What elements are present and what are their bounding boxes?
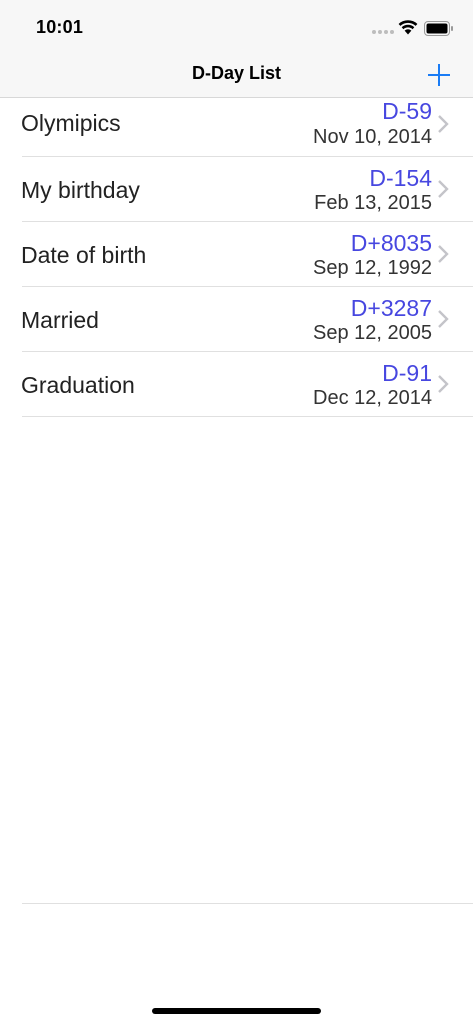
chevron-right-icon	[438, 180, 449, 198]
item-title: Graduation	[21, 372, 135, 398]
chevron-right-icon	[438, 375, 449, 393]
list-item[interactable]: Graduation D-91 Dec 12, 2014	[0, 352, 473, 417]
item-date: Dec 12, 2014	[313, 387, 432, 409]
item-date: Feb 13, 2015	[314, 192, 432, 214]
dday-list: Olymipics D-59 Nov 10, 2014 My birthday …	[0, 98, 473, 417]
add-button[interactable]	[426, 62, 452, 88]
item-dday: D+8035	[350, 230, 432, 256]
home-indicator[interactable]	[152, 1008, 321, 1014]
list-item[interactable]: My birthday D-154 Feb 13, 2015	[0, 157, 473, 222]
divider	[22, 903, 473, 904]
item-title: Date of birth	[21, 242, 147, 268]
chevron-right-icon	[438, 115, 449, 133]
navigation-bar: 10:01 D-Day List	[0, 0, 473, 98]
item-date: Sep 12, 2005	[313, 322, 432, 344]
battery-icon	[424, 21, 453, 36]
item-date: Nov 10, 2014	[313, 126, 432, 148]
status-time: 10:01	[36, 17, 84, 37]
chevron-right-icon	[438, 310, 449, 328]
list-item[interactable]: Date of birth D+8035 Sep 12, 1992	[0, 222, 473, 287]
page-title: D-Day List	[191, 63, 281, 83]
item-title: Olymipics	[21, 110, 121, 136]
item-dday: D-154	[369, 165, 432, 191]
cellular-dots-icon	[372, 30, 394, 34]
item-title: Married	[21, 307, 99, 333]
item-dday: D-59	[382, 98, 432, 124]
item-dday: D-91	[382, 360, 432, 386]
wifi-icon	[398, 20, 418, 35]
chevron-right-icon	[438, 245, 449, 263]
list-item[interactable]: Married D+3287 Sep 12, 2005	[0, 287, 473, 352]
item-date: Sep 12, 1992	[313, 257, 432, 279]
list-item[interactable]: Olymipics D-59 Nov 10, 2014	[0, 98, 473, 157]
item-dday: D+3287	[350, 295, 432, 321]
plus-icon	[428, 64, 450, 86]
item-title: My birthday	[21, 177, 140, 203]
